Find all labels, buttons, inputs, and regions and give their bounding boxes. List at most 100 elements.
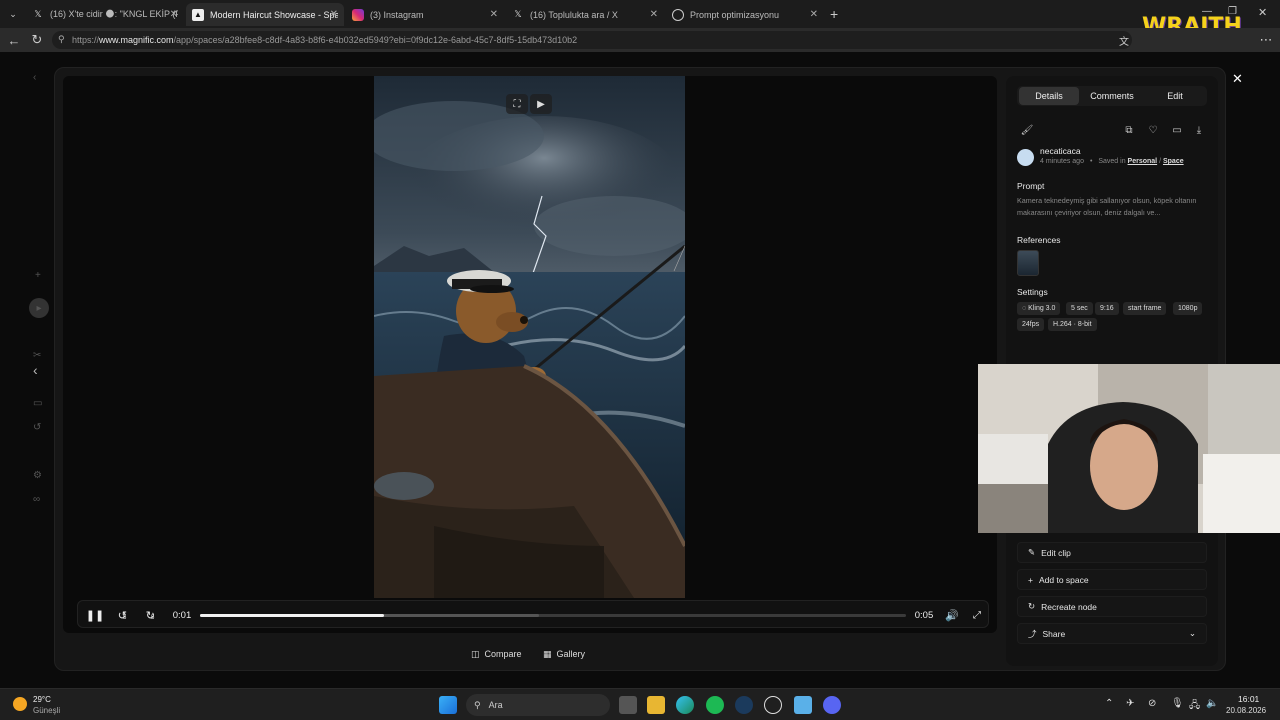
browser-tab-instagram[interactable]: (3) Instagram ✕ xyxy=(346,3,504,26)
reference-thumbnail[interactable] xyxy=(1017,250,1039,276)
folder-link[interactable]: Personal xyxy=(1128,158,1158,165)
discord-icon[interactable] xyxy=(823,696,841,714)
progress-bar[interactable] xyxy=(200,614,906,617)
current-time: 0:01 xyxy=(172,609,192,621)
browser-tab-x-1[interactable]: 𝕏 (16) X'te cidir 🌑: "KNGL EKİP (PAR ✕ xyxy=(26,3,184,26)
close-tab-icon[interactable]: ✕ xyxy=(170,9,178,20)
dog-fisherman-scene xyxy=(374,76,685,598)
window-minimize-icon[interactable]: — xyxy=(1202,6,1212,17)
tray-mute-icon[interactable]: ⊘ xyxy=(1148,698,1156,709)
browser-tab-x-2[interactable]: 𝕏 (16) Toplulukta ara / X ✕ xyxy=(506,3,664,26)
brush-icon[interactable]: 🖌 xyxy=(1021,124,1034,136)
scissors-icon: ✂ xyxy=(33,350,42,361)
steam-icon[interactable] xyxy=(735,696,753,714)
window-restore-icon[interactable]: ❐ xyxy=(1228,6,1237,17)
share-icon: ⤴ xyxy=(1028,628,1037,639)
user-meta: 4 minutes ago • Saved in Personal / Spac… xyxy=(1040,158,1184,165)
tab-edit[interactable]: Edit xyxy=(1145,87,1205,105)
tray-app-icon[interactable]: ✈ xyxy=(1126,698,1134,709)
browser-tab-chatgpt[interactable]: Prompt optimizasyonu ✕ xyxy=(666,3,824,26)
tab-details[interactable]: Details xyxy=(1019,87,1079,105)
instagram-logo-icon xyxy=(352,8,364,21)
chip-duration: 5 sec xyxy=(1066,302,1093,315)
video-frame[interactable]: ⛶ ▶ xyxy=(374,76,685,598)
browser-tab-magnific[interactable]: ▲ Modern Haircut Showcase - Space ✕ xyxy=(186,3,344,26)
chip-mode: start frame xyxy=(1123,302,1167,315)
add-to-space-button[interactable]: + Add to space xyxy=(1017,569,1207,590)
spotify-icon[interactable] xyxy=(706,696,724,714)
tray-chevron-up-icon[interactable]: ⌃ xyxy=(1105,698,1113,709)
video-controls: ❚❚ ↺ 5 ↻ 5 0:01 0:05 🔊 ⤢ xyxy=(77,600,989,628)
chip-aspect: 9:16 xyxy=(1095,302,1119,315)
space-link[interactable]: Space xyxy=(1163,158,1184,165)
close-tab-icon[interactable]: ✕ xyxy=(650,9,658,20)
undo-icon: ↺ xyxy=(33,422,42,433)
edge-icon[interactable] xyxy=(676,696,694,714)
network-icon[interactable]: 🖧 xyxy=(1189,698,1200,715)
rewind-5-icon[interactable]: ↺ 5 xyxy=(114,607,130,623)
search-icon: ⚲ xyxy=(474,699,481,710)
tab-list-menu-icon[interactable]: ⌄ xyxy=(6,7,20,21)
task-view-icon[interactable] xyxy=(619,696,637,714)
prev-arrow-icon[interactable]: ‹ xyxy=(33,72,36,83)
edit-clip-button[interactable]: ✎ Edit clip xyxy=(1017,542,1207,563)
x-logo-icon: 𝕏 xyxy=(514,9,522,19)
fullscreen-image-icon[interactable]: ⛶ xyxy=(506,94,528,114)
clock-time[interactable]: 16:01 xyxy=(1238,694,1259,704)
close-tab-icon[interactable]: ✕ xyxy=(330,9,338,20)
window-close-icon[interactable]: ✕ xyxy=(1258,6,1267,19)
pause-icon[interactable]: ❚❚ xyxy=(86,607,104,623)
browser-tab-strip: ⌄ 𝕏 (16) X'te cidir 🌑: "KNGL EKİP (PAR ✕… xyxy=(0,0,1280,39)
chatgpt-logo-icon xyxy=(672,8,684,21)
play-circle-icon: ▸ xyxy=(29,298,49,318)
fullscreen-icon[interactable]: ⤢ xyxy=(970,607,984,623)
more-menu-icon[interactable]: ⋯ xyxy=(1258,32,1274,48)
taskbar-search-input[interactable]: ⚲ Ara xyxy=(466,694,610,716)
grid-icon: ▦ xyxy=(543,648,552,659)
panel-tabs: Details Comments Edit xyxy=(1017,86,1207,106)
back-arrow-icon[interactable]: ← xyxy=(6,32,22,48)
username[interactable]: necaticaca xyxy=(1040,146,1081,156)
plus-icon: + xyxy=(1028,574,1033,585)
infinity-icon: ∞ xyxy=(33,494,41,505)
refresh-icon[interactable]: ↻ xyxy=(29,32,45,48)
add-icon: + xyxy=(35,270,41,281)
compare-icon: ◫ xyxy=(471,648,480,659)
back-chevron-icon[interactable]: ‹ xyxy=(33,362,38,378)
forward-5-icon[interactable]: ↻ 5 xyxy=(142,607,158,623)
video-frame-icon[interactable]: ▶ xyxy=(530,94,552,114)
copy-icon[interactable]: ⧉ xyxy=(1123,124,1135,136)
windows-start-icon[interactable] xyxy=(439,696,457,714)
progress-fill xyxy=(200,614,384,617)
compare-button[interactable]: ◫ Compare xyxy=(471,646,522,662)
volume-icon[interactable]: 🔊 xyxy=(944,607,960,623)
recreate-node-button[interactable]: ↻ Recreate node xyxy=(1017,596,1207,617)
close-tab-icon[interactable]: ✕ xyxy=(490,9,498,20)
new-tab-plus-icon[interactable]: + xyxy=(830,6,838,22)
file-explorer-icon[interactable] xyxy=(647,696,665,714)
tab-comments[interactable]: Comments xyxy=(1081,87,1143,105)
settings-title: Settings xyxy=(1017,287,1048,297)
share-button[interactable]: ⤴ Share ⌄ xyxy=(1017,623,1207,644)
webcam-feed xyxy=(978,364,1280,533)
close-tab-icon[interactable]: ✕ xyxy=(810,9,818,20)
site-info-icon[interactable]: ⚲ xyxy=(58,34,65,45)
weather-sun-icon[interactable] xyxy=(13,697,27,711)
notepad-icon[interactable] xyxy=(794,696,812,714)
speaker-icon[interactable]: 🔈 xyxy=(1206,698,1218,709)
prompt-text[interactable]: Kamera teknedeymiş gibi sallanıyor olsun… xyxy=(1017,195,1209,219)
settings-icon: ⚙ xyxy=(33,470,42,481)
gallery-button[interactable]: ▦ Gallery xyxy=(543,646,585,662)
heart-icon[interactable]: ♡ xyxy=(1147,124,1159,136)
chip-resolution: 1080p xyxy=(1173,302,1203,315)
translate-icon[interactable]: 文 xyxy=(1116,32,1132,48)
chatgpt-icon[interactable] xyxy=(764,696,782,714)
avatar[interactable] xyxy=(1017,149,1034,166)
download-icon[interactable]: ⤓ xyxy=(1193,124,1205,136)
url-input[interactable]: ⚲ https://www.magnific.com/app/spaces/a2… xyxy=(52,31,1132,49)
folder-icon[interactable]: ▭ xyxy=(1171,124,1183,136)
clock-date[interactable]: 20.08.2026 xyxy=(1226,706,1266,715)
microphone-icon[interactable]: 🎙 xyxy=(1171,698,1184,709)
weather-temp[interactable]: 29°C xyxy=(33,695,51,704)
close-modal-icon[interactable]: ✕ xyxy=(1232,71,1246,86)
